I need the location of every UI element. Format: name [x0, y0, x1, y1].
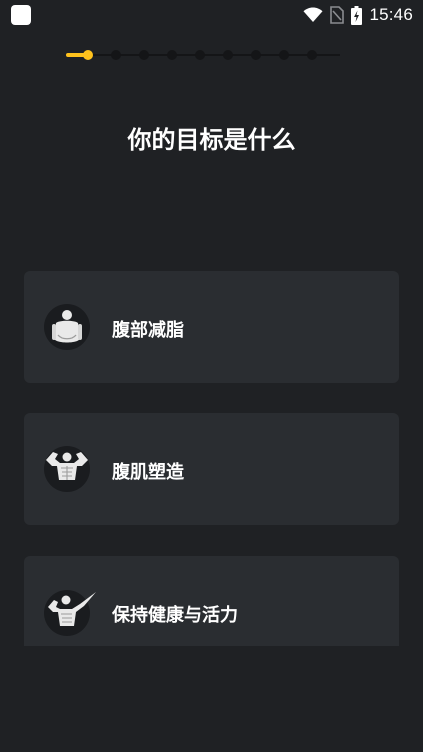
step-dot-current — [83, 50, 93, 60]
screen: 15:46 你的目标是什么 腹部减脂 腹肌塑造 保持健康与活力 — [0, 0, 423, 752]
option-label: 腹肌塑造 — [112, 462, 184, 483]
option-label: 腹部减脂 — [112, 320, 184, 341]
status-time: 15:46 — [369, 5, 413, 24]
step-dot — [195, 50, 205, 60]
option-belly-fat-loss[interactable]: 腹部减脂 — [24, 271, 399, 383]
app-notification-icon — [11, 5, 31, 25]
step-dot — [279, 50, 289, 60]
flexing-figure-icon — [44, 590, 96, 636]
muscle-pose-icon — [44, 446, 90, 492]
step-dot — [307, 50, 317, 60]
step-dot — [111, 50, 121, 60]
status-bar: 15:46 — [0, 0, 423, 30]
page-title: 你的目标是什么 — [127, 126, 296, 154]
battery-charging-icon — [351, 5, 363, 25]
option-abs-sculpting[interactable]: 腹肌塑造 — [24, 413, 399, 525]
step-dot — [139, 50, 149, 60]
wifi-icon — [303, 7, 323, 23]
step-progress — [66, 48, 340, 62]
belly-figure-icon — [44, 304, 90, 350]
option-label: 保持健康与活力 — [112, 605, 238, 626]
status-icons: 15:46 — [303, 4, 413, 26]
no-sim-icon — [330, 6, 345, 24]
step-dot — [251, 50, 261, 60]
option-stay-healthy[interactable]: 保持健康与活力 — [24, 556, 399, 646]
step-dot — [223, 50, 233, 60]
step-dot — [167, 50, 177, 60]
